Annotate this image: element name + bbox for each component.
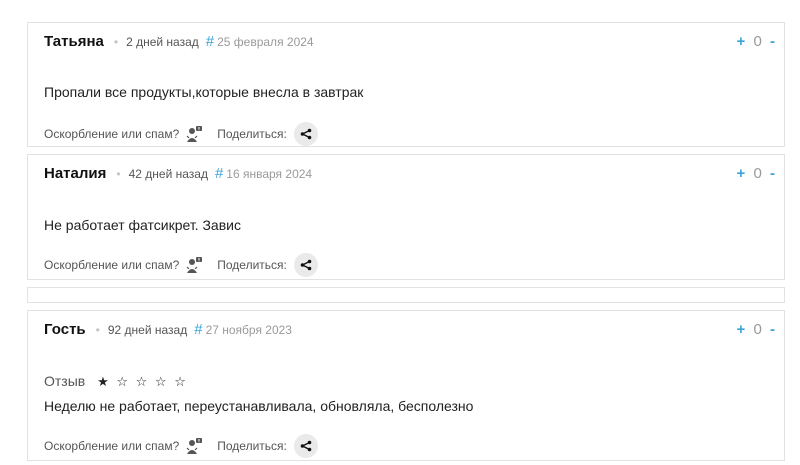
comment-ago: 2 дней назад	[126, 35, 199, 49]
vote-down-button[interactable]: -	[770, 321, 775, 338]
vote-up-button[interactable]: +	[737, 33, 746, 50]
comment-date[interactable]: 27 ноября 2023	[206, 323, 292, 337]
vote-up-button[interactable]: +	[737, 321, 746, 338]
spam-report-link[interactable]: Оскорбление или спам?	[44, 127, 179, 141]
vote-up-button[interactable]: +	[737, 165, 746, 182]
rating-label: Отзыв	[44, 373, 86, 389]
vote-score: 0	[753, 165, 762, 182]
spam-report-icon[interactable]	[185, 256, 203, 274]
comment-text: Пропали все продукты,которые внесла в за…	[44, 84, 364, 100]
spam-report-icon[interactable]	[185, 437, 203, 455]
comment-author: Гость	[44, 321, 86, 338]
share-button[interactable]	[293, 253, 318, 277]
vote-score: 0	[753, 321, 762, 338]
vote-control: + 0 -	[737, 33, 775, 50]
comment-card: Гость • 92 дней назад # 27 ноября 2023 +…	[27, 310, 785, 461]
share-button[interactable]	[293, 122, 318, 146]
comment-author: Татьяна	[44, 33, 104, 50]
share-label: Поделиться:	[217, 258, 287, 272]
share-icon	[300, 440, 312, 452]
comment-footer: Оскорбление или спам? Поделиться:	[44, 253, 318, 277]
spam-report-link[interactable]: Оскорбление или спам?	[44, 258, 179, 272]
comment-header: Татьяна • 2 дней назад # 25 февраля 2024	[44, 33, 314, 50]
share-label: Поделиться:	[217, 127, 287, 141]
separator-dot: •	[95, 323, 100, 337]
comment-footer: Оскорбление или спам? Поделиться:	[44, 122, 318, 146]
vote-down-button[interactable]: -	[770, 33, 775, 50]
permalink-hash[interactable]: #	[194, 321, 202, 338]
comment-ago: 42 дней назад	[128, 167, 208, 181]
share-label: Поделиться:	[217, 439, 287, 453]
comment-date[interactable]: 16 января 2024	[226, 167, 312, 181]
vote-down-button[interactable]: -	[770, 165, 775, 182]
share-button[interactable]	[293, 434, 318, 458]
separator-dot: •	[113, 35, 119, 49]
separator-dot: •	[116, 167, 121, 181]
comment-footer: Оскорбление или спам? Поделиться:	[44, 434, 318, 458]
spam-report-icon[interactable]	[185, 125, 203, 143]
vote-control: + 0 -	[737, 321, 775, 338]
share-icon	[300, 128, 312, 140]
share-icon	[300, 259, 312, 271]
comment-date[interactable]: 25 февраля 2024	[217, 35, 313, 49]
comment-card: Наталия • 42 дней назад # 16 января 2024…	[27, 154, 785, 280]
comment-text: Не работает фатсикрет. Завис	[44, 217, 241, 233]
comment-card: Татьяна • 2 дней назад # 25 февраля 2024…	[27, 22, 785, 147]
empty-placeholder	[27, 287, 785, 303]
comment-text: Неделю не работает, переустанавливала, о…	[44, 398, 474, 414]
spam-report-link[interactable]: Оскорбление или спам?	[44, 439, 179, 453]
comment-header: Гость • 92 дней назад # 27 ноября 2023	[44, 321, 292, 338]
comment-header: Наталия • 42 дней назад # 16 января 2024	[44, 165, 312, 182]
vote-control: + 0 -	[737, 165, 775, 182]
comment-ago: 92 дней назад	[107, 323, 188, 337]
vote-score: 0	[753, 33, 762, 50]
rating-stars: ★ ☆ ☆ ☆ ☆	[97, 374, 188, 389]
comment-rating: Отзыв ★ ☆ ☆ ☆ ☆	[44, 373, 188, 390]
permalink-hash[interactable]: #	[215, 165, 223, 182]
permalink-hash[interactable]: #	[206, 33, 214, 50]
comment-author: Наталия	[44, 165, 107, 182]
